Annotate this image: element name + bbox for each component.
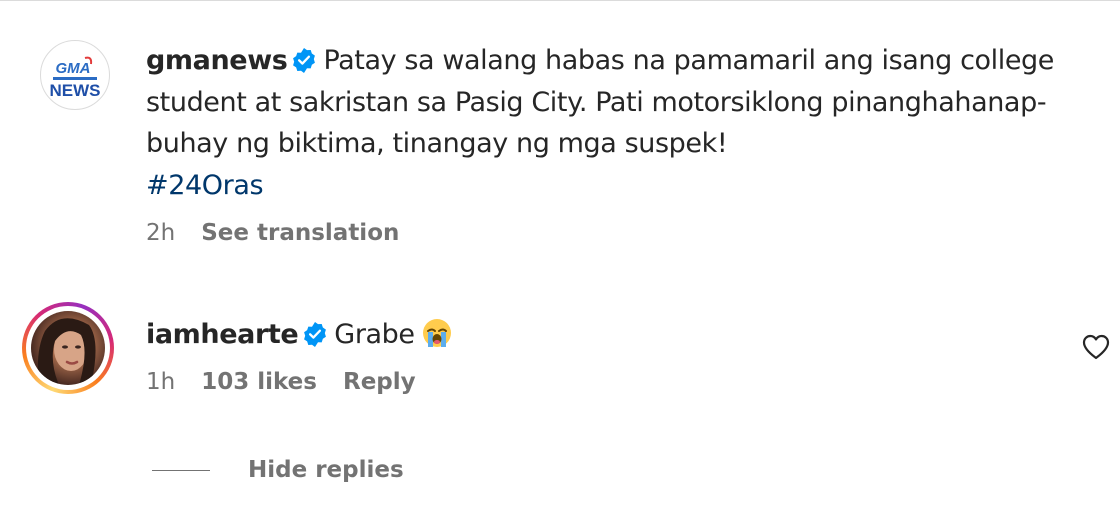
- author-username[interactable]: gmanews: [146, 45, 288, 76]
- commenter-avatar[interactable]: [22, 302, 114, 394]
- verified-badge-icon: [293, 47, 316, 73]
- heart-icon[interactable]: [1082, 334, 1110, 360]
- top-divider: [0, 0, 1120, 1]
- comment-text: iamhearte Grabe: [146, 314, 1046, 355]
- verified-badge-icon: [304, 321, 327, 347]
- logo-text-gma: GMA: [56, 60, 91, 77]
- author-avatar[interactable]: GMA NEWS: [40, 40, 110, 110]
- reply-button[interactable]: Reply: [343, 369, 416, 395]
- comment-likes[interactable]: 103 likes: [201, 369, 317, 395]
- caption-body: gmanews Patay sa walang habas na pamamari…: [146, 40, 1066, 246]
- logo-text-news: NEWS: [50, 81, 101, 100]
- see-translation-button[interactable]: See translation: [201, 220, 399, 246]
- gma-news-logo-icon: GMA NEWS: [50, 56, 101, 100]
- commenter-photo: [31, 311, 105, 385]
- hide-replies-label: Hide replies: [248, 457, 404, 483]
- hide-replies-button[interactable]: Hide replies: [152, 452, 404, 488]
- portrait-icon: [37, 318, 96, 385]
- comment-body: iamhearte Grabe 1h 103 likes Reply: [146, 314, 1046, 395]
- comment-item: iamhearte Grabe 1h 103 likes Reply: [22, 302, 1110, 412]
- hashtag-link[interactable]: #24Oras: [146, 170, 264, 201]
- comment-content: Grabe: [334, 319, 415, 350]
- comment-time[interactable]: 1h: [146, 369, 175, 395]
- hide-replies-divider: [152, 469, 210, 471]
- caption-text: gmanews Patay sa walang habas na pamamari…: [146, 40, 1066, 206]
- caption-meta: 2h See translation: [146, 220, 1066, 246]
- comment-meta: 1h 103 likes Reply: [146, 369, 1046, 395]
- commenter-username[interactable]: iamhearte: [146, 319, 299, 350]
- post-time[interactable]: 2h: [146, 220, 175, 246]
- loudly-crying-face-icon: [422, 319, 451, 347]
